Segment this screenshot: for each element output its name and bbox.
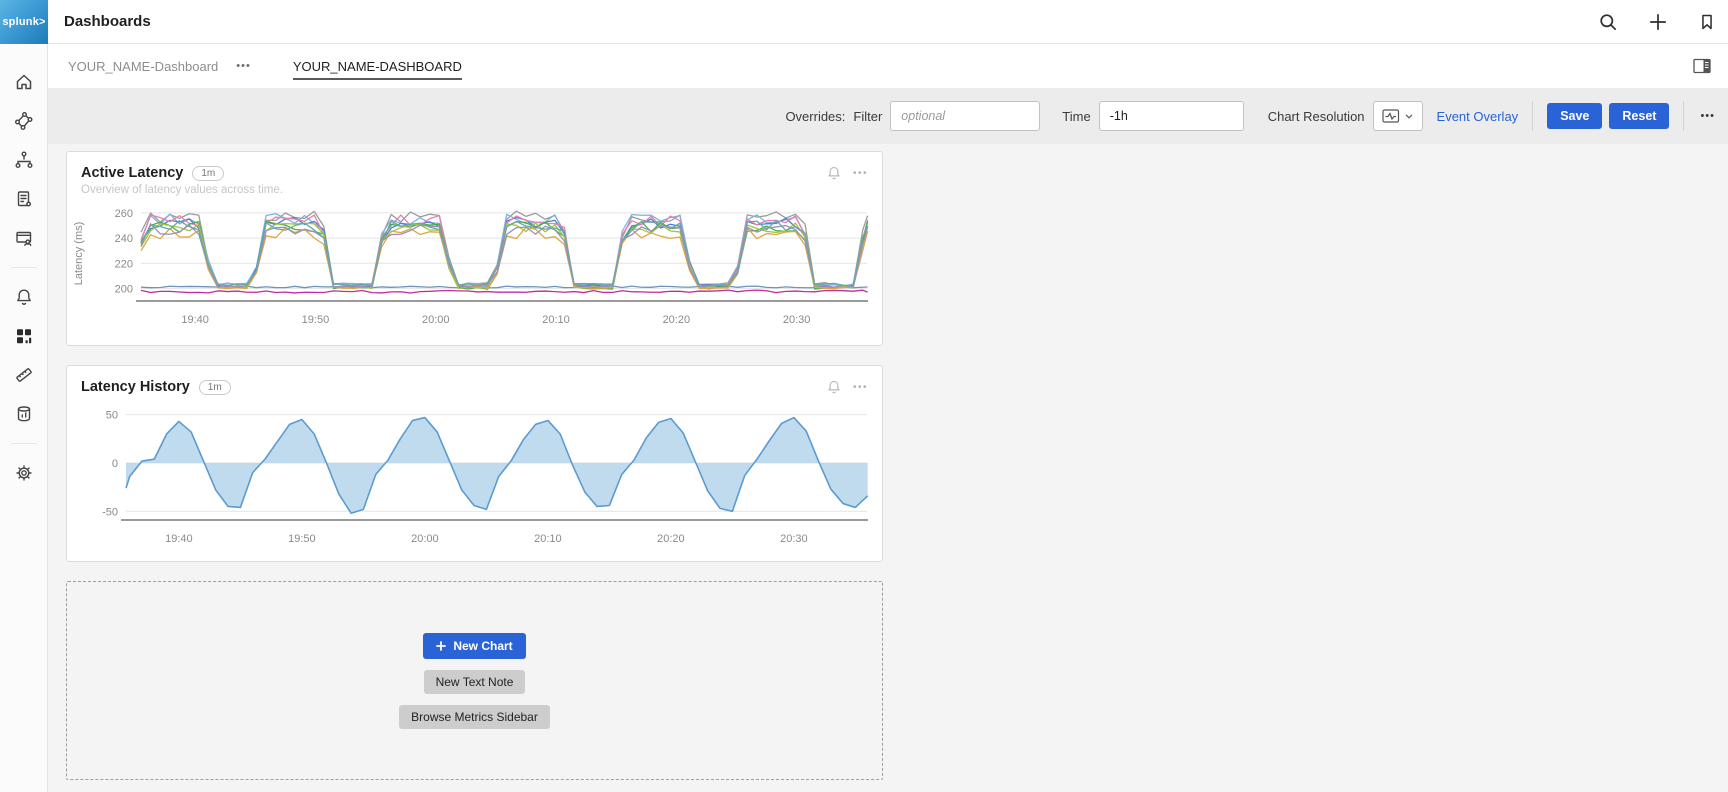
main-content: YOUR_NAME-Dashboard ••• YOUR_NAME-DASHBO…: [48, 44, 1728, 792]
sidebar-item-dashboards[interactable]: [6, 318, 42, 354]
svg-text:20:10: 20:10: [534, 533, 562, 545]
chevron-down-icon: [1405, 114, 1413, 119]
card-actions: •••: [826, 165, 868, 181]
filter-label: Filter: [853, 109, 882, 124]
svg-text:19:40: 19:40: [165, 533, 193, 545]
card-active-latency: Active Latency 1m ••• Overview of latenc…: [66, 151, 883, 346]
svg-text:20:30: 20:30: [780, 533, 808, 545]
alert-bell-icon[interactable]: [826, 165, 842, 181]
reset-button[interactable]: Reset: [1609, 103, 1669, 129]
dashboard-board: Active Latency 1m ••• Overview of latenc…: [48, 144, 1728, 792]
svg-text:19:50: 19:50: [288, 533, 316, 545]
filter-input[interactable]: [890, 101, 1040, 131]
chart-subtitle: Overview of latency values across time.: [67, 181, 882, 196]
splunk-logo-text: splunk>: [2, 16, 45, 28]
new-chart-button[interactable]: New Chart: [423, 633, 525, 659]
dashboards-grid-icon: [14, 326, 34, 346]
card-header: Active Latency 1m •••: [67, 152, 882, 181]
overrides-label: Overrides:: [785, 109, 845, 124]
service-map-icon: [14, 111, 34, 131]
alert-bell-icon[interactable]: [826, 379, 842, 395]
pulse-chart-icon: [1382, 109, 1400, 123]
chart-title: Active Latency: [81, 165, 183, 181]
svg-text:19:40: 19:40: [181, 314, 209, 326]
save-button[interactable]: Save: [1547, 103, 1602, 129]
card-more-menu[interactable]: •••: [853, 168, 868, 179]
page-title: Dashboards: [64, 13, 151, 30]
svg-text:Latency (ms): Latency (ms): [73, 222, 85, 286]
create-plus-icon[interactable]: [1648, 12, 1668, 32]
svg-text:-50: -50: [102, 506, 118, 518]
new-chart-label: New Chart: [453, 639, 512, 653]
sidebar-item-rum[interactable]: [6, 220, 42, 256]
sidebar-item-service-map[interactable]: [6, 103, 42, 139]
topbar-actions: [1598, 12, 1728, 32]
sidebar-item-settings[interactable]: [6, 455, 42, 491]
svg-text:20:30: 20:30: [783, 314, 811, 326]
home-icon: [14, 72, 34, 92]
svg-text:20:00: 20:00: [422, 314, 450, 326]
sidebar-divider: [11, 443, 37, 444]
svg-text:20:10: 20:10: [542, 314, 570, 326]
card-more-menu[interactable]: •••: [853, 382, 868, 393]
right-panel-toggle-icon[interactable]: [1692, 57, 1712, 75]
log-observer-icon: [14, 189, 34, 209]
chart-resolution-dropdown[interactable]: [1373, 101, 1423, 131]
gear-icon: [14, 463, 34, 483]
toolbar-divider: [1532, 101, 1533, 131]
latency-history-chart[interactable]: 50 0 -50 19:40 19:50 20:00 20:10 20:20 20:30: [67, 399, 882, 554]
svg-text:19:50: 19:50: [302, 314, 330, 326]
toolbar-more-menu[interactable]: •••: [1700, 110, 1715, 122]
database-icon: [14, 404, 34, 424]
rum-icon: [14, 228, 34, 248]
svg-text:20:20: 20:20: [663, 314, 691, 326]
bell-icon: [14, 287, 34, 307]
sidebar-divider: [11, 267, 37, 268]
sidebar-item-data-management[interactable]: [6, 396, 42, 432]
resolution-badge: 1m: [199, 380, 231, 395]
tab-dashboard-active[interactable]: YOUR_NAME-DASHBOARD: [293, 59, 462, 80]
card-actions: •••: [826, 379, 868, 395]
ruler-icon: [14, 365, 34, 385]
svg-text:20:00: 20:00: [411, 533, 439, 545]
card-latency-history: Latency History 1m ••• 50 0 -50 19:40 19:50 2…: [66, 365, 883, 562]
time-label: Time: [1062, 109, 1090, 124]
empty-grid-slot: New Chart New Text Note Browse Metrics S…: [66, 581, 883, 780]
svg-text:260: 260: [115, 208, 133, 220]
sidebar-item-metrics[interactable]: [6, 357, 42, 393]
active-latency-chart[interactable]: 260 240 220 200 19:40 19:50 20:00 20:10 20:20 20:…: [67, 196, 882, 334]
svg-text:240: 240: [115, 233, 133, 245]
plus-icon: [436, 641, 446, 651]
svg-text:20:20: 20:20: [657, 533, 685, 545]
svg-text:0: 0: [112, 458, 118, 470]
card-header: Latency History 1m •••: [67, 366, 882, 395]
dashboard-group-link[interactable]: YOUR_NAME-Dashboard: [68, 59, 218, 74]
bookmark-icon[interactable]: [1698, 12, 1716, 32]
overrides-toolbar: Overrides: Filter Time Chart Resolution …: [48, 88, 1728, 144]
toolbar-divider: [1683, 101, 1684, 131]
event-overlay-link[interactable]: Event Overlay: [1437, 109, 1519, 124]
svg-text:200: 200: [115, 283, 133, 295]
sidebar-item-infrastructure[interactable]: [6, 142, 42, 178]
infrastructure-icon: [14, 150, 34, 170]
time-range-input[interactable]: [1099, 101, 1244, 131]
new-text-note-button[interactable]: New Text Note: [424, 670, 526, 694]
sidebar-item-alerts[interactable]: [6, 279, 42, 315]
splunk-logo[interactable]: splunk>: [0, 0, 48, 44]
topbar: splunk> Dashboards: [0, 0, 1728, 44]
browse-metrics-sidebar-button[interactable]: Browse Metrics Sidebar: [399, 705, 550, 729]
sidebar-item-log-observer[interactable]: [6, 181, 42, 217]
breadcrumb: YOUR_NAME-Dashboard ••• YOUR_NAME-DASHBO…: [48, 44, 1728, 88]
dashboard-group-more-menu[interactable]: •••: [236, 60, 251, 72]
sidebar-item-home[interactable]: [6, 64, 42, 100]
svg-text:50: 50: [106, 410, 118, 422]
svg-text:220: 220: [115, 258, 133, 270]
resolution-badge: 1m: [192, 166, 224, 181]
sidebar: [0, 44, 48, 792]
search-icon[interactable]: [1598, 12, 1618, 32]
chart-resolution-label: Chart Resolution: [1268, 109, 1365, 124]
chart-title: Latency History: [81, 379, 190, 395]
